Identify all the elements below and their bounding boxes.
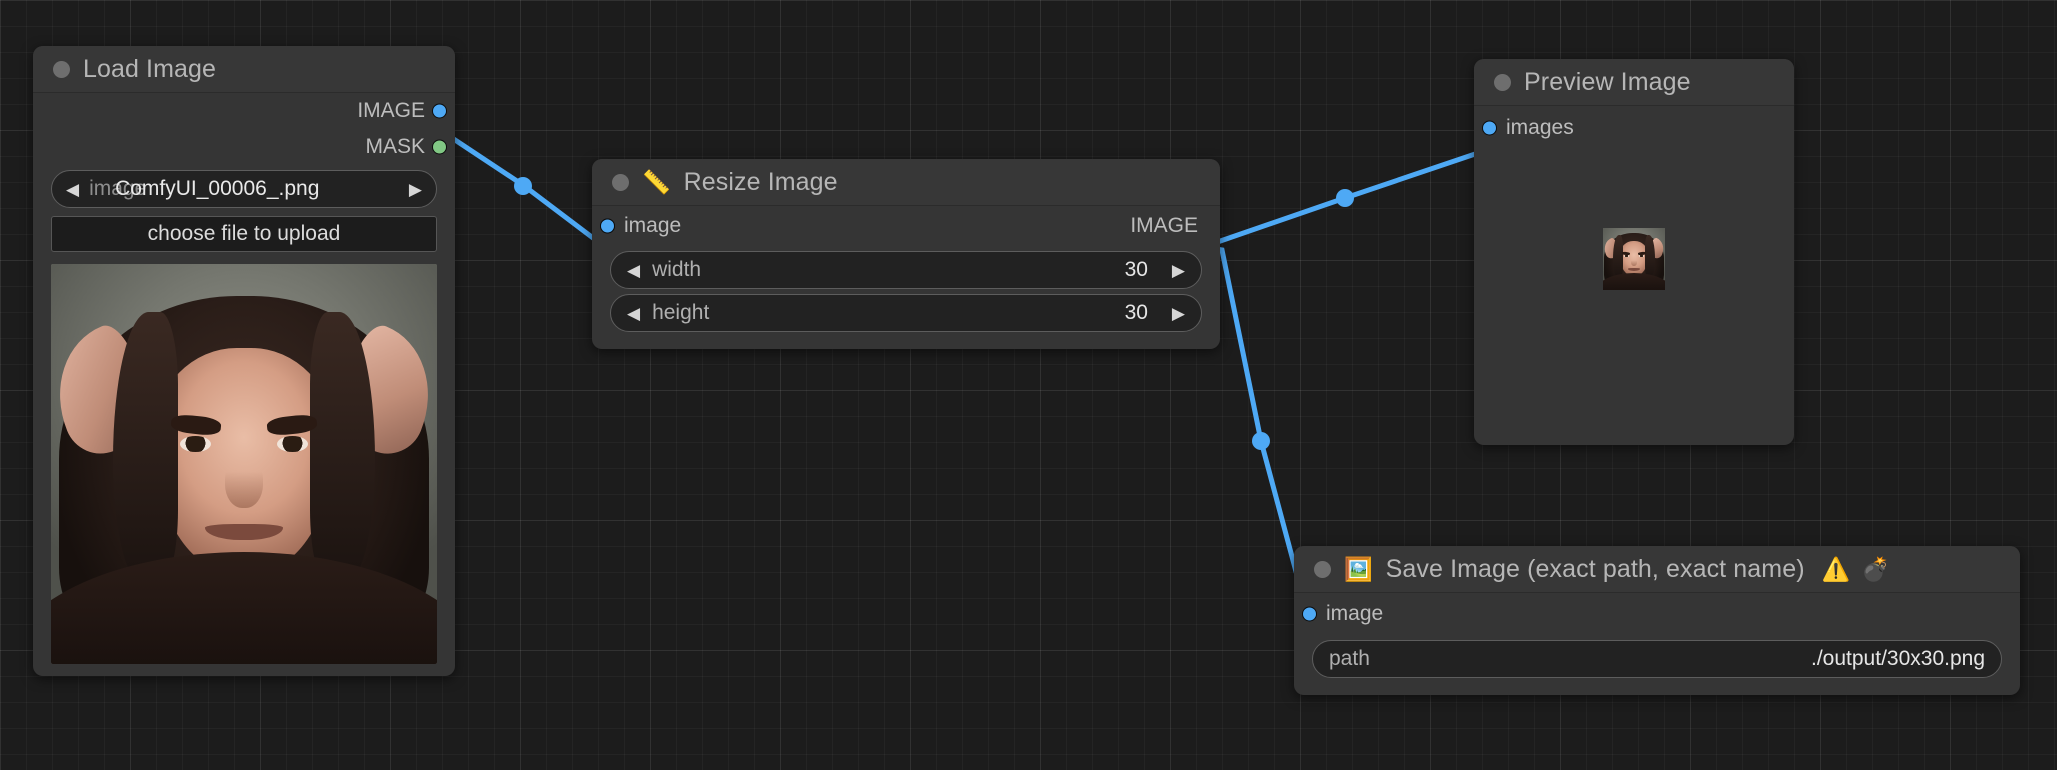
chevron-right-icon[interactable]: ▶ xyxy=(1172,262,1185,279)
bomb-icon: 💣 xyxy=(1861,558,1890,581)
widget-image-value: ComfyUI_00006_.png xyxy=(115,177,319,201)
widget-path[interactable]: path ./output/30x30.png xyxy=(1312,640,2002,678)
output-slot-image-label: IMAGE xyxy=(1130,214,1220,238)
node-load-image-body: IMAGE MASK ◀ image ComfyUI_00006_.png ▶ … xyxy=(33,93,455,676)
input-slot-images-dot[interactable] xyxy=(1482,121,1497,136)
link-midpoint-dot xyxy=(1252,432,1270,450)
node-title-label: Save Image (exact path, exact name) xyxy=(1386,555,1805,584)
chevron-right-icon[interactable]: ▶ xyxy=(1172,305,1185,322)
node-resize-image-title-bar[interactable]: 📏 Resize Image xyxy=(592,159,1220,206)
chevron-right-icon[interactable]: ▶ xyxy=(409,181,422,198)
output-slot-mask-dot[interactable] xyxy=(432,140,447,155)
widget-width-value: 30 xyxy=(1125,258,1148,282)
output-slot-mask[interactable]: MASK xyxy=(33,129,455,165)
input-slot-image-label: image xyxy=(624,214,681,238)
node-title-label: Load Image xyxy=(83,55,216,84)
input-slot-image-label: image xyxy=(1326,602,1383,626)
collapse-dot-icon[interactable] xyxy=(1494,74,1511,91)
choose-file-to-upload-button[interactable]: choose file to upload xyxy=(51,216,437,252)
input-slot-image-dot[interactable] xyxy=(1302,607,1317,622)
link-loadimage-to-resize xyxy=(440,130,605,247)
chevron-left-icon[interactable]: ◀ xyxy=(66,181,79,198)
troll-portrait-thumbnail xyxy=(1603,228,1665,290)
load-image-preview xyxy=(51,264,437,664)
node-preview-image[interactable]: Preview Image images xyxy=(1474,59,1794,445)
widget-image-combo-stack: image ComfyUI_00006_.png xyxy=(89,171,409,207)
output-slot-image[interactable]: IMAGE xyxy=(33,93,455,129)
widget-height-value: 30 xyxy=(1125,301,1148,325)
node-resize-image[interactable]: 📏 Resize Image image IMAGE ◀ width 30 ▶ … xyxy=(592,159,1220,349)
link-resize-to-preview xyxy=(1203,150,1487,247)
widget-height-label: height xyxy=(652,301,709,325)
node-save-image-title-bar[interactable]: 🖼️ Save Image (exact path, exact name) ⚠… xyxy=(1294,546,2020,593)
node-save-image[interactable]: 🖼️ Save Image (exact path, exact name) ⚠… xyxy=(1294,546,2020,695)
widget-width[interactable]: ◀ width 30 ▶ xyxy=(610,251,1202,289)
link-midpoint-dot xyxy=(1336,189,1354,207)
ruler-icon: 📏 xyxy=(642,171,671,194)
input-slot-images-label: images xyxy=(1506,116,1574,140)
collapse-dot-icon[interactable] xyxy=(612,174,629,191)
node-preview-image-title-bar[interactable]: Preview Image xyxy=(1474,59,1794,106)
io-row-image: image IMAGE xyxy=(592,206,1220,246)
node-load-image[interactable]: Load Image IMAGE MASK ◀ image ComfyUI_00… xyxy=(33,46,455,676)
widget-width-label: width xyxy=(652,258,701,282)
link-midpoint-dot xyxy=(514,177,532,195)
node-preview-image-body: images xyxy=(1474,106,1794,306)
output-slot-mask-label: MASK xyxy=(365,135,425,159)
output-slot-image-dot[interactable] xyxy=(600,219,615,234)
preview-image-thumbnail-wrap xyxy=(1474,150,1794,294)
chevron-left-icon[interactable]: ◀ xyxy=(627,305,640,322)
chevron-left-icon[interactable]: ◀ xyxy=(627,262,640,279)
output-slot-image-dot[interactable] xyxy=(432,104,447,119)
output-slot-image-label: IMAGE xyxy=(357,99,425,123)
node-load-image-title-bar[interactable]: Load Image xyxy=(33,46,455,93)
node-resize-image-body: image IMAGE ◀ width 30 ▶ ◀ height 30 ▶ xyxy=(592,206,1220,349)
warning-icon: ⚠️ xyxy=(1822,558,1851,581)
node-title-label: Preview Image xyxy=(1524,68,1691,97)
node-title-label: Resize Image xyxy=(684,168,838,197)
widget-path-value: ./output/30x30.png xyxy=(1811,647,1985,671)
node-graph-canvas[interactable]: Load Image IMAGE MASK ◀ image ComfyUI_00… xyxy=(0,0,2057,770)
widget-height[interactable]: ◀ height 30 ▶ xyxy=(610,294,1202,332)
troll-portrait-image xyxy=(51,264,437,664)
input-slot-image[interactable]: image xyxy=(1294,593,2020,635)
widget-path-label: path xyxy=(1329,647,1370,671)
collapse-dot-icon[interactable] xyxy=(1314,561,1331,578)
node-save-image-body: image path ./output/30x30.png xyxy=(1294,593,2020,695)
framed-picture-icon: 🖼️ xyxy=(1344,558,1373,581)
collapse-dot-icon[interactable] xyxy=(53,61,70,78)
input-slot-images[interactable]: images xyxy=(1474,106,1794,150)
widget-image-combo[interactable]: ◀ image ComfyUI_00006_.png ▶ xyxy=(51,170,437,208)
